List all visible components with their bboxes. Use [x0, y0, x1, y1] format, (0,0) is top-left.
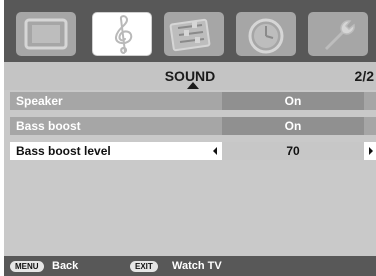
row-label: Bass boost level: [16, 144, 111, 158]
tv-icon: [24, 18, 68, 50]
tab-settings[interactable]: [164, 12, 224, 56]
menu-row-bass-boost[interactable]: Bass boost On: [10, 117, 376, 135]
clock-icon: [248, 18, 284, 54]
tv-osd-screen: SOUND 2/2 Speaker On Bass boost On Bass …: [4, 0, 376, 276]
page-indicator: 2/2: [354, 68, 374, 84]
tab-setup[interactable]: [308, 12, 368, 56]
row-value[interactable]: On: [222, 92, 364, 110]
wrench-icon: [324, 20, 355, 51]
watch-tv-hint: Watch TV: [172, 260, 222, 272]
decrease-arrow-icon[interactable]: [213, 147, 217, 155]
music-clef-icon: [115, 15, 133, 54]
tab-sound[interactable]: [92, 12, 152, 56]
equalizer-icon: [169, 18, 211, 52]
row-value[interactable]: 70: [222, 142, 364, 160]
row-label: Bass boost: [16, 119, 81, 133]
back-hint: Back: [52, 260, 79, 272]
tab-picture[interactable]: [16, 12, 76, 56]
footer-bar: MENU Back EXIT Watch TV: [4, 256, 376, 276]
row-label: Speaker: [16, 94, 63, 108]
exit-key-badge[interactable]: EXIT: [130, 261, 158, 272]
scroll-up-arrow-icon[interactable]: [187, 82, 199, 89]
menu-row-speaker[interactable]: Speaker On: [10, 92, 376, 110]
tab-timer[interactable]: [236, 12, 296, 56]
row-value[interactable]: On: [222, 117, 364, 135]
increase-arrow-icon[interactable]: [369, 147, 373, 155]
menu-row-bass-boost-level[interactable]: Bass boost level 70: [10, 142, 376, 160]
menu-key-badge[interactable]: MENU: [10, 261, 44, 272]
menu-tab-bar: [4, 0, 376, 62]
